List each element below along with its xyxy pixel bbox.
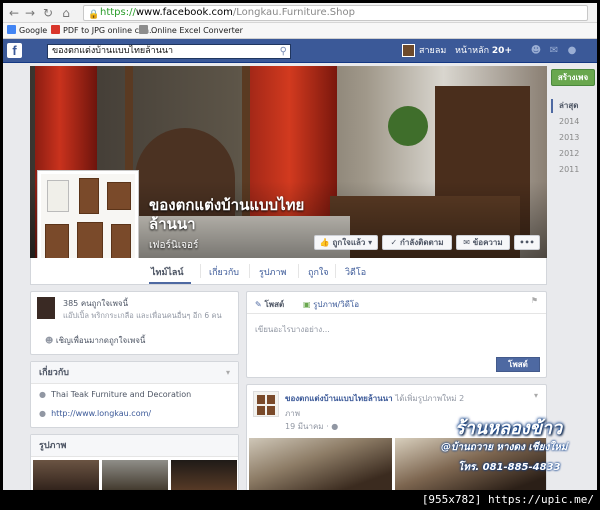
messages-icon[interactable]: ✉ — [548, 46, 560, 56]
globe-icon: ● — [39, 409, 46, 418]
post-button[interactable]: โพสต์ — [496, 357, 540, 372]
image-credit: [955x782] https://upic.me/ — [421, 493, 594, 506]
website-link[interactable]: ● http://www.longkau.com/ — [39, 409, 151, 418]
home-count: 20+ — [491, 46, 512, 56]
photos-box: รูปภาพ — [30, 434, 239, 490]
facebook-logo-icon[interactable]: f — [7, 43, 22, 58]
about-title: เกี่ยวกับ — [31, 362, 238, 384]
tab-timeline[interactable]: ไทม์ไลน์ — [151, 265, 184, 279]
message-button[interactable]: ✉ ข้อความ — [456, 235, 510, 250]
forward-icon[interactable]: → — [23, 6, 37, 20]
tab-videos[interactable]: วิดีโอ — [345, 265, 366, 279]
bookmark-google[interactable]: Google — [7, 25, 47, 37]
address-bar-row: ← → ↻ ⌂ 🔒 https://www.facebook.com/Longk… — [3, 3, 597, 23]
invite-friends-link[interactable]: ☻ เชิญเพื่อนมากดถูกใจเพจนี้ — [45, 334, 145, 347]
post-action: ได้เพิ่มรูปภาพใหม่ 2 — [395, 394, 465, 403]
info-icon: ● — [39, 390, 46, 399]
bookmark-excel-converter[interactable]: Online Excel Converter — [139, 25, 243, 37]
lock-icon: 🔒 — [88, 10, 100, 20]
year-latest[interactable]: ล่าสุด — [551, 99, 591, 113]
notifications-icon[interactable]: ● — [566, 46, 578, 56]
profile-picture[interactable] — [37, 170, 139, 272]
about-description: ● Thai Teak Furniture and Decoration — [39, 390, 192, 399]
page-icon — [139, 25, 148, 34]
liked-button[interactable]: 👍 ถูกใจแล้ว ▾ — [314, 235, 378, 250]
photo-thumb[interactable] — [171, 460, 237, 490]
liker-avatar[interactable] — [37, 297, 55, 319]
page-tabs: ไทม์ไลน์ เกี่ยวกับ รูปภาพ ถูกใจ วิดีโอ — [30, 258, 547, 285]
likes-box: 385 คนถูกใจเพจนี้ แอ๊ปเปิ้ล พริกกระเกลือ… — [30, 291, 239, 355]
post-photo[interactable] — [249, 438, 392, 490]
more-button[interactable]: ••• — [514, 235, 540, 250]
search-icon[interactable]: ⚲ — [280, 45, 287, 58]
person-icon: ☻ — [45, 336, 54, 345]
tab-likes[interactable]: ถูกใจ — [308, 265, 329, 279]
year-2011[interactable]: 2011 — [551, 163, 591, 177]
composer-input[interactable]: เขียนอะไรบางอย่าง... — [255, 323, 330, 336]
create-page-button[interactable]: สร้างเพจ — [551, 69, 595, 86]
post-author[interactable]: ของตกแต่งบ้านแบบไทยล้านนา — [285, 394, 393, 403]
friends-liked[interactable]: แอ๊ปเปิ้ล พริกกระเกลือ และเพื่อนคนอื่นๆ … — [63, 310, 222, 322]
year-2012[interactable]: 2012 — [551, 147, 591, 161]
composer-tab-photo[interactable]: ▣ รูปภาพ/วิดีโอ — [303, 298, 359, 311]
home-link[interactable]: หน้าหลัก 20+ — [455, 45, 512, 57]
chevron-down-icon[interactable]: ▾ — [534, 391, 538, 400]
page-category: เฟอร์นิเจอร์ — [149, 240, 199, 251]
thumbs-up-icon: 👍 — [319, 238, 330, 247]
post-header: ของตกแต่งบ้านแบบไทยล้านนา ได้เพิ่มรูปภาพ… — [285, 392, 464, 405]
user-name-link[interactable]: สายลม — [419, 45, 446, 57]
friend-requests-icon[interactable]: ☻ — [530, 46, 542, 56]
reload-icon[interactable]: ↻ — [41, 6, 55, 20]
back-icon[interactable]: ← — [7, 6, 21, 20]
likes-count[interactable]: 385 คนถูกใจเพจนี้ — [63, 297, 128, 310]
flag-icon[interactable]: ⚑ — [531, 296, 538, 305]
tab-photos[interactable]: รูปภาพ — [259, 265, 286, 279]
shop-watermark: ร้านหลองข้าว — [455, 418, 563, 439]
pdf-icon — [51, 25, 60, 34]
shop-address-watermark: @บ้านถวาย หางดง เชียงใหม่ — [441, 442, 568, 453]
url-host: www.facebook.com — [135, 7, 233, 18]
year-2014[interactable]: 2014 — [551, 115, 591, 129]
post-action-2: ภาพ — [285, 409, 301, 418]
home-icon[interactable]: ⌂ — [59, 6, 73, 20]
url-scheme: https:// — [100, 7, 136, 18]
globe-icon: ● — [331, 422, 339, 431]
photos-title: รูปภาพ — [31, 435, 238, 457]
tab-about[interactable]: เกี่ยวกับ — [209, 265, 239, 279]
google-icon — [7, 25, 16, 34]
chevron-down-icon[interactable]: ▾ — [226, 368, 230, 377]
search-value: ของตกแต่งบ้านแบบไทยล้านนา — [52, 46, 174, 56]
page-title: ของตกแต่งบ้านแบบไทยล้านนา — [149, 196, 305, 233]
photo-thumb[interactable] — [102, 460, 168, 490]
url-path: /Longkau.Furniture.Shop — [232, 7, 355, 18]
shop-phone-watermark: โทร. 081-885-4833 — [458, 462, 561, 473]
photo-thumb[interactable] — [33, 460, 99, 490]
message-icon: ✉ — [463, 238, 470, 247]
facebook-topbar: f ของตกแต่งบ้านแบบไทยล้านนา ⚲ สายลม หน้า… — [3, 39, 597, 63]
post-date[interactable]: 19 มีนาคม · ● — [285, 420, 338, 433]
active-tab-indicator — [149, 282, 191, 284]
user-avatar[interactable] — [402, 44, 415, 57]
camera-icon: ▣ — [303, 300, 311, 309]
year-2013[interactable]: 2013 — [551, 131, 591, 145]
post-author-avatar[interactable] — [253, 391, 279, 417]
pencil-icon: ✎ — [255, 300, 262, 309]
following-button[interactable]: ✓ กำลังติดตาม — [382, 235, 452, 250]
post-composer: ✎ โพสต์ ▣ รูปภาพ/วิดีโอ ⚑ เขียนอะไรบางอย… — [246, 291, 547, 378]
composer-tab-post[interactable]: ✎ โพสต์ — [255, 298, 284, 311]
checkmark-icon: ✓ — [390, 238, 398, 247]
search-input[interactable]: ของตกแต่งบ้านแบบไทยล้านนา ⚲ — [47, 44, 291, 59]
url-field[interactable]: 🔒 https://www.facebook.com/Longkau.Furni… — [83, 5, 588, 21]
about-box: เกี่ยวกับ ▾ ● Thai Teak Furniture and De… — [30, 361, 239, 428]
bookmarks-bar: Google PDF to JPG online con... Online E… — [3, 23, 597, 39]
